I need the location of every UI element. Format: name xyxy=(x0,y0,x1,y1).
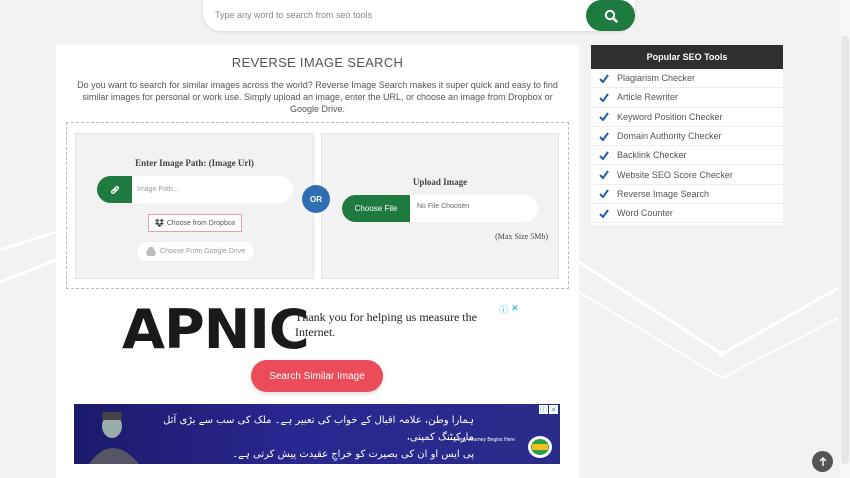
sidebar-title: Popular SEO Tools xyxy=(591,45,783,69)
arrow-up-icon xyxy=(819,456,826,466)
check-icon xyxy=(599,209,609,218)
sidebar-item-plagiarism-checker[interactable]: Plagiarism Checker xyxy=(591,69,783,89)
ad-message: Thank you for helping us measure the Int… xyxy=(295,310,477,339)
url-panel: Enter Image Path: (Image Url) Choose fro… xyxy=(75,133,314,279)
search-icon xyxy=(604,9,618,23)
page-scrollbar[interactable] xyxy=(840,0,850,478)
pso-banner-ad[interactable]: ہمارا وطن، علامہ اقبال کے خواب کی تعبیر … xyxy=(74,404,560,464)
upload-panel: Upload Image Choose File No File Choosen… xyxy=(321,133,559,279)
upload-area: Enter Image Path: (Image Url) Choose fro… xyxy=(66,122,569,289)
check-icon xyxy=(599,170,609,180)
google-drive-icon xyxy=(145,247,156,256)
sidebar-list: Plagiarism Checker Article Rewriter Keyw… xyxy=(591,69,783,224)
sidebar-item-label: Keyword Position Checker xyxy=(617,111,723,122)
link-icon xyxy=(97,176,132,203)
google-drive-label: Choose From Google Drive xyxy=(159,248,246,255)
sidebar-item-label: Backlink Checker xyxy=(617,150,687,161)
file-input-group: Choose File No File Choosen xyxy=(342,195,538,222)
choose-file-button[interactable]: Choose File xyxy=(342,195,410,222)
upload-panel-title: Upload Image xyxy=(412,177,468,187)
max-size-note: (Max Size 5Mb) xyxy=(495,232,548,241)
banner-info-icon[interactable]: ⓘ xyxy=(539,405,548,414)
sidebar-item-keyword-position-checker[interactable]: Keyword Position Checker xyxy=(591,108,783,127)
main-card: REVERSE IMAGE SEARCH Do you want to sear… xyxy=(56,45,579,478)
dropbox-label: Choose from Dropbox xyxy=(166,219,236,227)
banner-line-2: پی ایس او ان کی بصیرت کو خراجِ عقیدت پیش… xyxy=(232,449,474,460)
portrait-illustration xyxy=(89,412,139,464)
check-icon xyxy=(599,112,609,122)
sidebar-item-label: Article Rewriter xyxy=(617,92,679,103)
search-similar-image-button[interactable]: Search Similar Image xyxy=(251,360,383,392)
popular-tools-sidebar: Popular SEO Tools Plagiarism Checker Art… xyxy=(591,45,783,225)
scrollbar-thumb[interactable] xyxy=(841,36,849,464)
sidebar-item-article-rewriter[interactable]: Article Rewriter xyxy=(591,88,783,108)
sidebar-item-label: Reverse Image Search xyxy=(617,188,710,199)
apnic-ad[interactable]: APNIC Thank you for helping us measure t… xyxy=(122,300,522,360)
or-divider: OR xyxy=(302,185,330,213)
sidebar-item-label: Website SEO Score Checker xyxy=(617,169,733,180)
ad-controls: ⓘ ✕ xyxy=(499,303,519,316)
check-icon xyxy=(599,131,609,141)
apnic-logo: APNIC xyxy=(122,298,310,361)
sidebar-item-reverse-image-search[interactable]: Reverse Image Search xyxy=(591,185,783,205)
search-button[interactable] xyxy=(586,0,635,31)
check-icon xyxy=(599,189,609,199)
top-search-bar xyxy=(203,0,635,31)
check-icon xyxy=(599,151,609,160)
sidebar-item-label: Plagiarism Checker xyxy=(617,73,696,84)
search-input[interactable] xyxy=(215,4,575,26)
banner-close-controls: ⓘ ✕ xyxy=(539,405,558,414)
scroll-to-top-button[interactable] xyxy=(812,451,833,472)
page-description: Do you want to search for similar images… xyxy=(77,80,558,114)
file-status: No File Choosen xyxy=(417,203,470,210)
check-icon xyxy=(599,74,609,83)
sidebar-item-domain-authority-checker[interactable]: Domain Authority Checker xyxy=(591,127,783,147)
url-input-group xyxy=(97,176,293,203)
sidebar-item-backlink-checker[interactable]: Backlink Checker xyxy=(591,146,783,166)
sidebar-item-label: Domain Authority Checker xyxy=(617,131,722,142)
google-drive-button[interactable]: Choose From Google Drive xyxy=(136,241,255,262)
url-panel-title: Enter Image Path: (Image Url) xyxy=(135,158,254,168)
ad-info-icon[interactable]: ⓘ xyxy=(499,303,508,316)
banner-close-icon[interactable]: ✕ xyxy=(549,405,558,414)
sidebar-item-word-counter[interactable]: Word Counter xyxy=(591,204,783,224)
image-url-input[interactable] xyxy=(137,182,287,197)
banner-text: ہمارا وطن، علامہ اقبال کے خواب کی تعبیر … xyxy=(144,412,474,463)
ad-close-icon[interactable]: ✕ xyxy=(511,303,519,316)
page-title: REVERSE IMAGE SEARCH xyxy=(231,55,404,70)
sidebar-item-label: Word Counter xyxy=(617,208,673,219)
banner-tagline: Every Journey Begins Here xyxy=(454,437,515,443)
check-icon xyxy=(599,93,609,102)
dropbox-icon xyxy=(154,219,164,227)
sidebar-item-website-seo-score-checker[interactable]: Website SEO Score Checker xyxy=(591,165,783,185)
dropbox-button[interactable]: Choose from Dropbox xyxy=(148,214,242,232)
banner-line-1: ہمارا وطن، علامہ اقبال کے خواب کی تعبیر … xyxy=(163,415,474,443)
pso-logo xyxy=(528,436,552,458)
